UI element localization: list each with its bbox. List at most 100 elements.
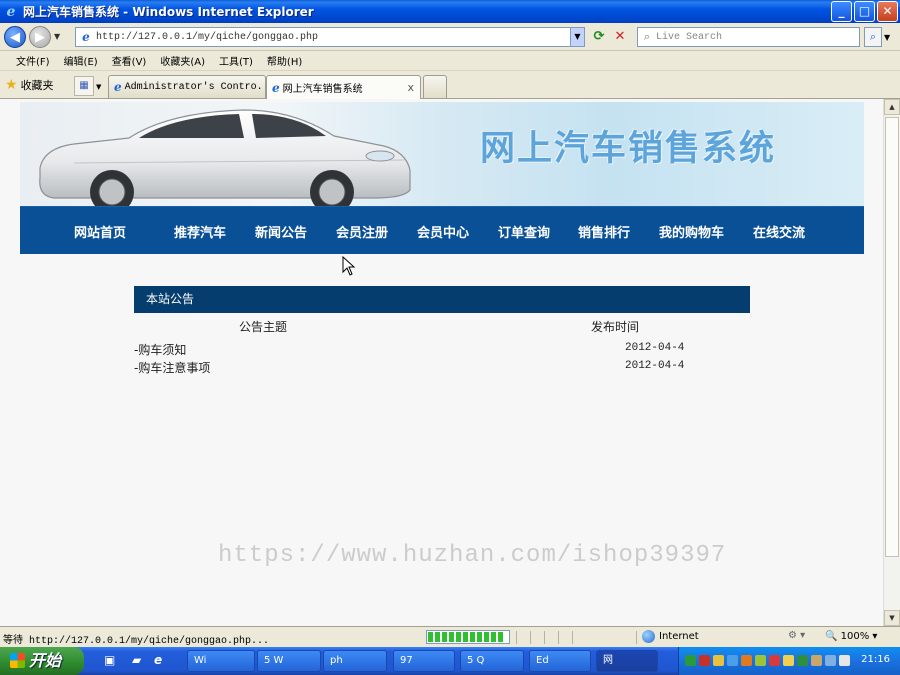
- stop-icon[interactable]: ✕: [611, 28, 629, 46]
- tab-close-icon[interactable]: x: [407, 81, 414, 94]
- window-titlebar: e 网上汽车销售系统 - Windows Internet Explorer _…: [0, 0, 900, 23]
- nav-sales-ranking[interactable]: 销售排行: [578, 222, 630, 241]
- menu-view[interactable]: 查看(V): [112, 53, 147, 68]
- search-go-icon[interactable]: ⌕: [864, 27, 882, 47]
- tray-icon[interactable]: [839, 655, 850, 666]
- favorites-label: 收藏夹: [20, 79, 54, 92]
- tab-bar: ★ 收藏夹 ▦ ▼ e Administrator's Contro... e …: [0, 71, 900, 99]
- col-time: 发布时间: [591, 320, 640, 334]
- tab-list-dropdown-icon[interactable]: ▼: [96, 83, 101, 91]
- menu-file[interactable]: 文件(F): [16, 53, 50, 68]
- taskbar-item-active[interactable]: 网: [596, 650, 658, 672]
- ie-tab-icon: e: [114, 80, 122, 94]
- menu-tools[interactable]: 工具(T): [219, 53, 253, 68]
- vertical-scrollbar[interactable]: ▲ ▼: [883, 99, 900, 626]
- notice-link[interactable]: -购车须知: [134, 341, 186, 358]
- taskbar-item[interactable]: Wi: [187, 650, 255, 672]
- windows-flag-icon: [10, 653, 25, 668]
- globe-icon: [642, 630, 655, 643]
- zone-label: Internet: [659, 631, 699, 642]
- taskbar-item[interactable]: 5 W: [257, 650, 321, 672]
- nav-member-center[interactable]: 会员中心: [417, 222, 469, 241]
- start-label: 开始: [29, 651, 62, 670]
- star-icon: ★: [5, 77, 18, 93]
- tab-label: 网上汽车销售系统: [282, 84, 363, 95]
- scroll-thumb[interactable]: [885, 117, 899, 557]
- site-nav: 网站首页 推荐汽车 新闻公告 会员注册 会员中心 订单查询 销售排行 我的购物车…: [20, 206, 864, 254]
- address-url[interactable]: http://127.0.0.1/my/qiche/gonggao.php: [96, 32, 318, 43]
- tray-icon[interactable]: [727, 655, 738, 666]
- zoom-value: 100%: [840, 631, 870, 642]
- tray-icon[interactable]: [685, 655, 696, 666]
- windows-taskbar: 开始 ▣ ▰ e Wi 5 W ph 97 5 Q Ed 网 21:16: [0, 647, 900, 675]
- nav-chat[interactable]: 在线交流: [753, 222, 805, 241]
- tray-icon[interactable]: [769, 655, 780, 666]
- tab-control-panel[interactable]: e Administrator's Contro...: [108, 75, 266, 98]
- nav-recommended-cars[interactable]: 推荐汽车: [174, 222, 226, 241]
- refresh-icon[interactable]: ⟳: [590, 28, 608, 46]
- security-zone[interactable]: Internet: [642, 630, 699, 643]
- scroll-up-icon[interactable]: ▲: [884, 99, 900, 115]
- back-button[interactable]: ◀: [4, 26, 26, 48]
- maximize-button[interactable]: □: [854, 1, 875, 22]
- banner-title: 网上汽车销售系统: [480, 129, 777, 169]
- notice-header: 本站公告: [134, 286, 750, 313]
- taskbar-item[interactable]: Ed: [529, 650, 591, 672]
- progress-fill: [428, 632, 504, 642]
- site-banner: 网上汽车销售系统: [20, 102, 864, 206]
- car-image: [39, 109, 411, 206]
- tray-icon[interactable]: [825, 655, 836, 666]
- mouse-cursor-icon: [342, 256, 356, 276]
- tray-icon[interactable]: [741, 655, 752, 666]
- search-input[interactable]: ⌕ Live Search: [637, 27, 860, 47]
- page-icon: e: [82, 30, 90, 44]
- tray-icon[interactable]: [783, 655, 794, 666]
- new-tab-button[interactable]: [423, 75, 447, 98]
- nav-cart[interactable]: 我的购物车: [659, 222, 724, 241]
- protected-mode-icon[interactable]: ⚙ ▾: [788, 630, 805, 641]
- menu-bar: 文件(F) 编辑(E) 查看(V) 收藏夹(A) 工具(T) 帮助(H): [0, 51, 900, 71]
- tab-car-sales[interactable]: e 网上汽车销售系统 x: [266, 75, 421, 99]
- status-text: 等待 http://127.0.0.1/my/qiche/gonggao.php…: [3, 636, 270, 647]
- forward-button[interactable]: ▶: [29, 26, 51, 48]
- scroll-down-icon[interactable]: ▼: [884, 610, 900, 626]
- taskbar-item[interactable]: 97: [393, 650, 455, 672]
- history-dropdown-icon[interactable]: ▼: [54, 32, 60, 41]
- search-placeholder: Live Search: [656, 31, 723, 43]
- folder-icon[interactable]: ▰: [132, 653, 141, 667]
- tray-icon[interactable]: [699, 655, 710, 666]
- tray-icon[interactable]: [755, 655, 766, 666]
- clock: 21:16: [861, 654, 890, 665]
- tray-icon[interactable]: [811, 655, 822, 666]
- zoom-level[interactable]: 🔍 100% ▾: [825, 631, 877, 642]
- tray-icon[interactable]: [797, 655, 808, 666]
- menu-help[interactable]: 帮助(H): [267, 53, 302, 68]
- taskbar-item[interactable]: ph: [323, 650, 387, 672]
- favorites-button[interactable]: ★ 收藏夹: [5, 77, 54, 93]
- loading-progress: [426, 630, 510, 644]
- start-button[interactable]: 开始: [0, 647, 84, 675]
- ie-quicklaunch-icon[interactable]: e: [154, 653, 162, 667]
- ie-logo-icon: e: [6, 3, 16, 20]
- watermark: https://www.huzhan.com/ishop39397: [218, 542, 727, 569]
- close-button[interactable]: ✕: [877, 1, 898, 22]
- minimize-button[interactable]: _: [831, 1, 852, 22]
- search-options-icon[interactable]: ▼: [884, 33, 890, 42]
- ie-tab-icon: e: [272, 80, 280, 95]
- menu-favorites[interactable]: 收藏夹(A): [160, 53, 205, 68]
- taskbar-item[interactable]: 5 Q: [460, 650, 524, 672]
- nav-register[interactable]: 会员注册: [336, 222, 388, 241]
- address-input[interactable]: e http://127.0.0.1/my/qiche/gonggao.php …: [75, 27, 585, 47]
- address-dropdown-icon[interactable]: ▼: [570, 28, 584, 46]
- nav-order-query[interactable]: 订单查询: [498, 222, 550, 241]
- nav-news[interactable]: 新闻公告: [255, 222, 307, 241]
- notice-link[interactable]: -购车注意事项: [134, 359, 210, 376]
- quick-tabs-icon[interactable]: ▦: [74, 76, 94, 96]
- tray-icon[interactable]: [713, 655, 724, 666]
- show-desktop-icon[interactable]: ▣: [104, 653, 115, 667]
- menu-edit[interactable]: 编辑(E): [64, 53, 98, 68]
- status-bar: 等待 http://127.0.0.1/my/qiche/gonggao.php…: [0, 626, 900, 647]
- notice-date: 2012-04-4: [625, 342, 685, 354]
- address-toolbar: ◀ ▶ ▼ e http://127.0.0.1/my/qiche/gongga…: [0, 23, 900, 51]
- nav-home[interactable]: 网站首页: [74, 222, 126, 241]
